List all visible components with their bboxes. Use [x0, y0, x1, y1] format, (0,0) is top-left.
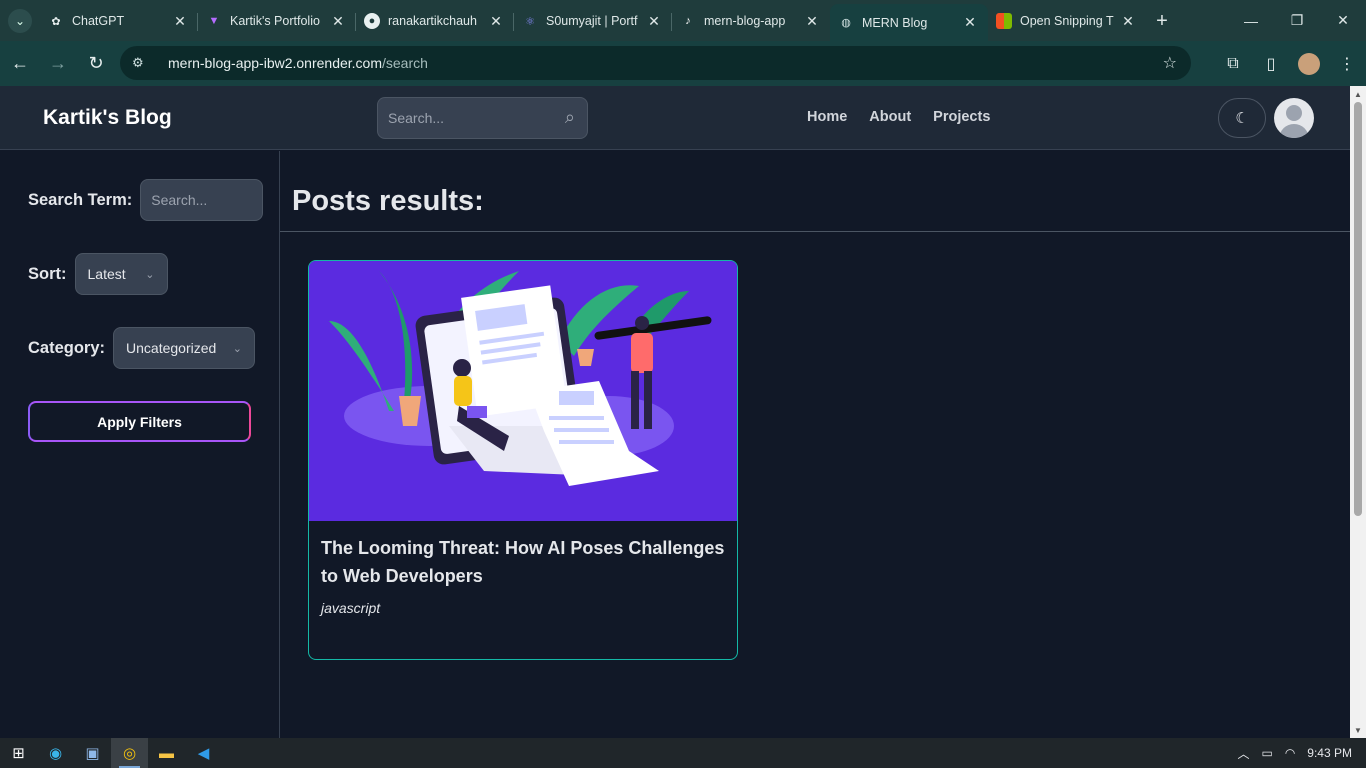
post-title[interactable]: The Looming Threat: How AI Poses Challen…	[321, 534, 729, 590]
system-tray: ︿ ▭ ◠ 9:43 PM	[1231, 738, 1366, 768]
site-info-icon[interactable]: ⚙	[132, 55, 152, 71]
side-panel-icon[interactable]: ▯	[1252, 46, 1290, 82]
search-icon[interactable]: ⌕	[565, 107, 575, 128]
new-tab-button[interactable]: +	[1146, 4, 1178, 38]
close-icon[interactable]: ✕	[646, 13, 662, 30]
category-label: Category:	[28, 338, 106, 357]
tab-label: S0umyajit | Portf	[546, 14, 638, 28]
close-window-icon[interactable]: ✕	[1320, 0, 1366, 41]
close-icon[interactable]: ✕	[172, 13, 188, 30]
github-icon: ●	[364, 13, 380, 29]
divider	[280, 231, 1350, 232]
browser-tab-strip: ⌄ ✿ ChatGPT ✕ ▼ Kartik's Portfolio ✕ ● r…	[0, 0, 1366, 41]
page-title: Posts results:	[292, 185, 484, 217]
sort-value: Latest	[87, 266, 126, 282]
header-search-input[interactable]	[388, 110, 548, 126]
chatgpt-icon: ✿	[51, 15, 61, 28]
close-icon[interactable]: ✕	[804, 13, 820, 30]
search-term-input[interactable]: Search...	[140, 179, 264, 221]
react-icon: ⚛	[525, 15, 535, 28]
sort-label: Sort:	[28, 264, 67, 283]
close-icon[interactable]: ✕	[1120, 13, 1136, 30]
chevron-down-icon: ⌄	[232, 342, 243, 355]
vite-icon: ▼	[208, 15, 220, 27]
search-term-label: Search Term:	[28, 190, 133, 209]
wifi-icon[interactable]: ◠	[1285, 746, 1295, 760]
post-cover-image[interactable]	[309, 261, 737, 521]
tab-label: mern-blog-app	[704, 14, 786, 28]
scrollbar-thumb[interactable]	[1354, 102, 1362, 516]
url-text: mern-blog-app-ibw2.onrender.com/search	[168, 55, 428, 71]
minimize-icon[interactable]: —	[1228, 0, 1274, 41]
post-category: javascript	[321, 600, 381, 616]
brand-logo[interactable]: Kartik's Blog	[43, 106, 172, 130]
tab-label: ranakartikchauh	[388, 14, 477, 28]
profile-avatar[interactable]	[1298, 52, 1320, 75]
address-bar[interactable]: ⚙ mern-blog-app-ibw2.onrender.com/search…	[120, 46, 1191, 80]
browser-toolbar: ← → ↻ ⚙ mern-blog-app-ibw2.onrender.com/…	[0, 41, 1366, 86]
app-icon[interactable]: ▣	[74, 738, 111, 768]
moon-icon: ☾	[1235, 110, 1249, 127]
battery-icon[interactable]: ▭	[1261, 746, 1272, 760]
window-controls: — ❐ ✕	[1228, 0, 1366, 41]
chevron-down-icon: ⌄	[145, 268, 155, 281]
post-card[interactable]: The Looming Threat: How AI Poses Challen…	[308, 260, 738, 660]
filter-sidebar: Search Term: Search... Sort: Latest ⌄ Ca…	[0, 151, 280, 738]
site-header: Kartik's Blog ⌕ Home About Projects ☾	[0, 86, 1350, 150]
file-explorer-icon[interactable]: ▬	[148, 738, 185, 768]
tab-label: ChatGPT	[72, 14, 125, 28]
clock[interactable]: 9:43 PM	[1307, 746, 1352, 760]
globe-icon: ◍	[841, 17, 851, 29]
os-taskbar: ⊞ ◉ ▣ ◎ ▬ ◀ ︿ ▭ ◠ 9:43 PM	[0, 738, 1366, 768]
category-value: Uncategorized	[126, 340, 217, 356]
menu-kebab-icon[interactable]: ⋮	[1328, 46, 1366, 82]
close-icon[interactable]: ✕	[330, 13, 346, 30]
restore-icon[interactable]: ❐	[1274, 0, 1320, 41]
browser-tab[interactable]: Open Snipping T ✕	[988, 4, 1146, 38]
tab-label: MERN Blog	[862, 15, 928, 30]
windows-start-icon[interactable]: ⊞	[0, 738, 37, 768]
browser-tab-active[interactable]: ◍ MERN Blog ✕	[830, 4, 988, 41]
category-row: Category: Uncategorized ⌄	[28, 327, 256, 369]
tab-label: Open Snipping T	[1020, 14, 1114, 28]
browser-tab[interactable]: ♪ mern-blog-app ✕	[672, 4, 830, 38]
nav-about[interactable]: About	[869, 109, 911, 125]
browser-tab[interactable]: ▼ Kartik's Portfolio ✕	[198, 4, 356, 38]
chevron-down-icon: ⌄	[8, 8, 32, 33]
apply-filters-button[interactable]: Apply Filters	[28, 401, 251, 442]
bookmark-star-icon[interactable]: ☆	[1163, 53, 1177, 73]
tab-label: Kartik's Portfolio	[230, 14, 320, 28]
reload-icon[interactable]: ↻	[78, 46, 114, 82]
chevron-up-icon[interactable]: ︿	[1237, 745, 1249, 762]
edge-icon[interactable]: ◉	[37, 738, 74, 768]
back-arrow-icon[interactable]: ←	[2, 46, 38, 82]
vscode-icon[interactable]: ◀	[185, 738, 222, 768]
extensions-icon[interactable]: ⧉	[1214, 46, 1252, 82]
browser-tab[interactable]: ✿ ChatGPT ✕	[40, 4, 198, 38]
nav-home[interactable]: Home	[807, 109, 847, 125]
tab-search-button[interactable]: ⌄	[0, 0, 40, 41]
microsoft-icon	[996, 13, 1012, 29]
close-icon[interactable]: ✕	[488, 13, 504, 30]
nav-projects[interactable]: Projects	[933, 109, 990, 125]
forward-arrow-icon[interactable]: →	[40, 46, 76, 82]
search-term-row: Search Term: Search...	[28, 179, 264, 221]
theme-toggle-button[interactable]: ☾	[1218, 98, 1266, 138]
browser-tab[interactable]: ⚛ S0umyajit | Portf ✕	[514, 4, 672, 38]
browser-tab[interactable]: ● ranakartikchauh ✕	[356, 4, 514, 38]
sort-row: Sort: Latest ⌄	[28, 253, 168, 295]
close-icon[interactable]: ✕	[962, 14, 978, 31]
render-icon: ♪	[685, 15, 691, 27]
chrome-icon[interactable]: ◎	[111, 738, 148, 768]
page-scrollbar[interactable]: ▲ ▼	[1350, 86, 1366, 738]
user-avatar[interactable]	[1274, 98, 1314, 138]
main-nav: Home About Projects	[807, 109, 990, 125]
category-select[interactable]: Uncategorized ⌄	[113, 327, 256, 369]
header-search: ⌕	[377, 97, 588, 139]
scroll-up-icon[interactable]: ▲	[1350, 86, 1366, 102]
sort-select[interactable]: Latest ⌄	[74, 253, 168, 295]
toolbar-actions: ⧉ ▯ ⋮	[1214, 41, 1366, 86]
scroll-down-icon[interactable]: ▼	[1350, 722, 1366, 738]
